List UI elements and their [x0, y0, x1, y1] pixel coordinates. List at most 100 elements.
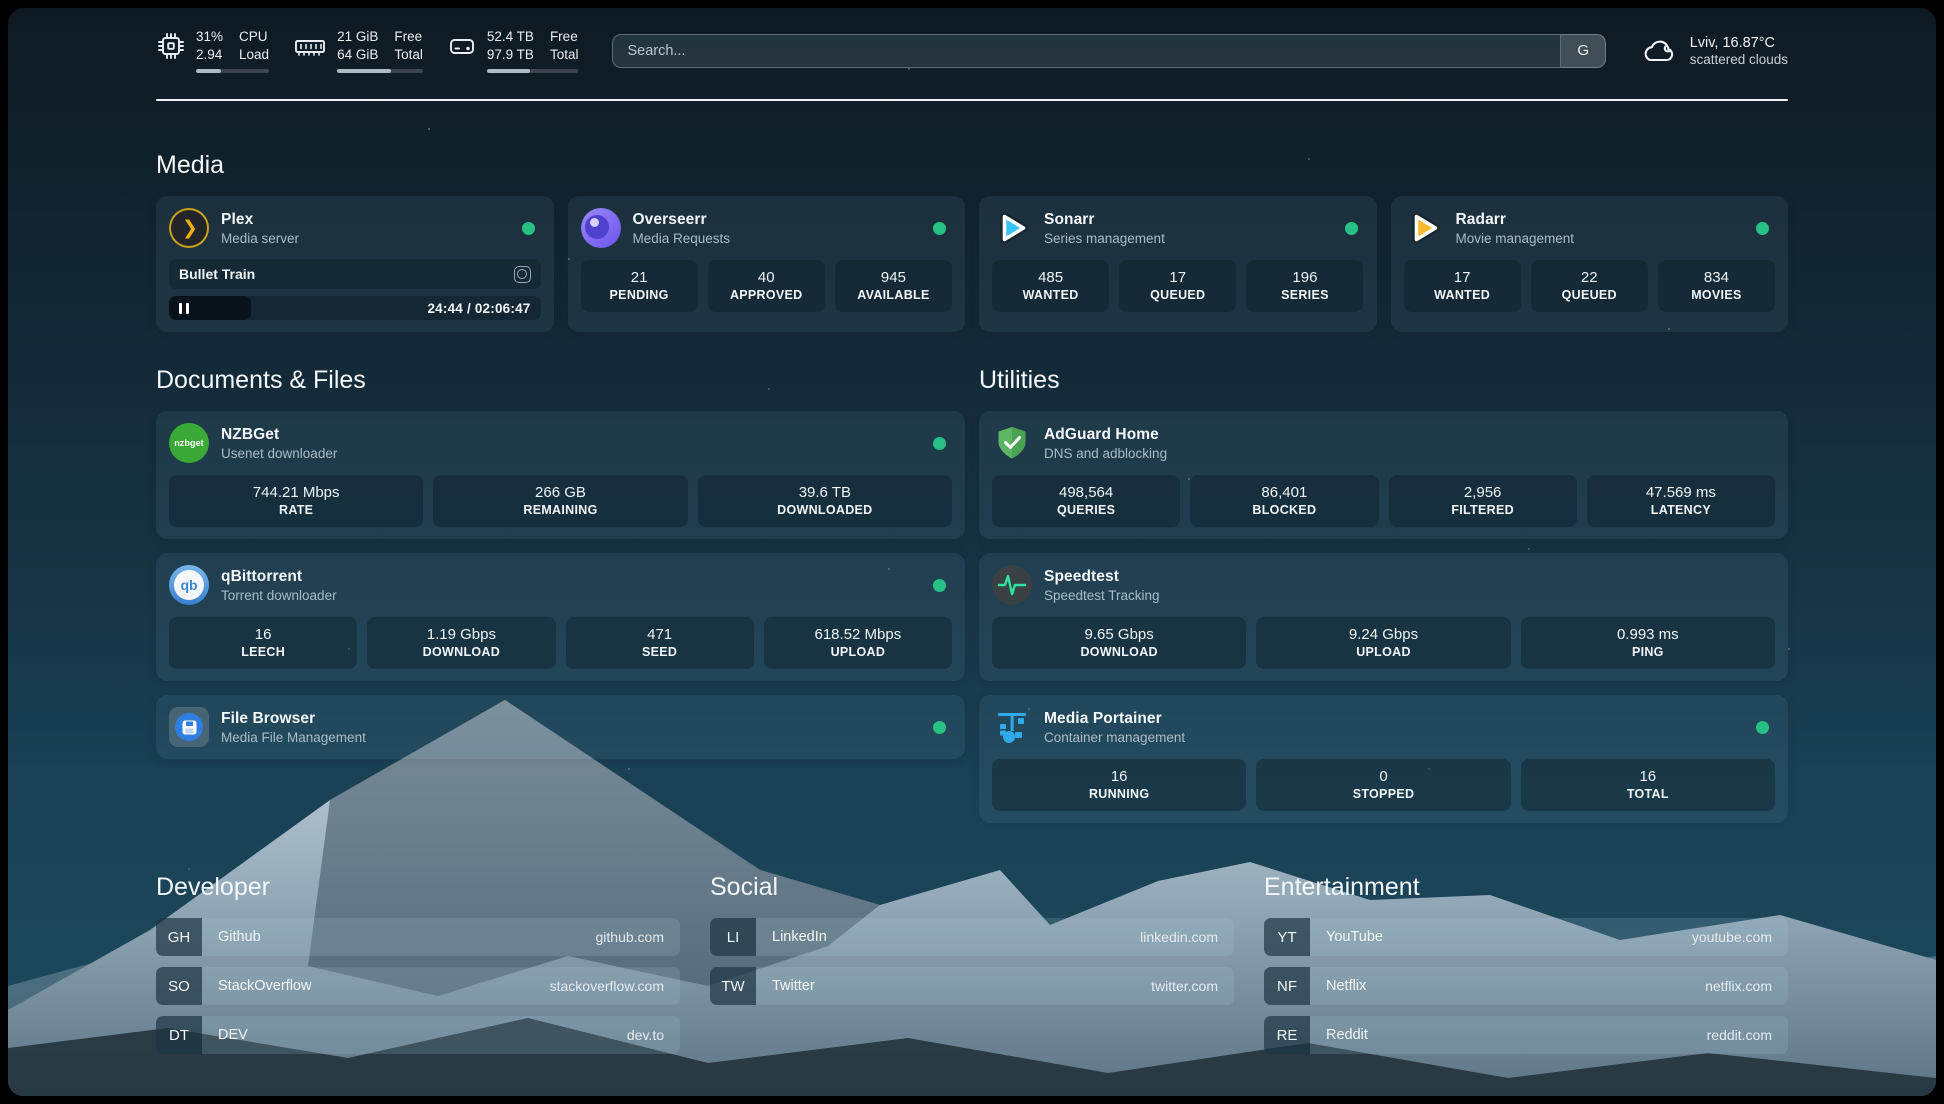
stat-value: 834	[1664, 269, 1769, 286]
stat-label: STOPPED	[1262, 787, 1504, 801]
stat-value: 17	[1125, 269, 1230, 286]
bookmark-group-social: Social LI LinkedIn linkedin.com TW Twitt…	[710, 837, 1234, 1065]
adguard-card[interactable]: AdGuard Home DNS and adblocking 498,564Q…	[979, 411, 1788, 539]
stat-label: UPLOAD	[770, 645, 946, 659]
stat-value: 39.6 TB	[704, 484, 946, 501]
stat-value: 9.65 Gbps	[998, 626, 1240, 643]
bookmark-netflix[interactable]: NF Netflix netflix.com	[1264, 967, 1788, 1005]
media-card-grid: ❯ Plex Media server Bullet Train 24:44 /…	[156, 196, 1788, 332]
stat-label: RATE	[175, 503, 417, 517]
now-playing-row: Bullet Train	[169, 259, 541, 289]
stat-label: BLOCKED	[1196, 503, 1372, 517]
stat-label: WANTED	[1410, 288, 1515, 302]
nzbget-card[interactable]: nzbget NZBGet Usenet downloader 744.21 M…	[156, 411, 965, 539]
weather-condition: scattered clouds	[1690, 52, 1788, 67]
stat-box: 22 QUEUED	[1531, 260, 1648, 312]
card-title: AdGuard Home	[1044, 426, 1167, 444]
bookmark-github[interactable]: GH Github github.com	[156, 918, 680, 956]
stat-box: 1.19 GbpsDOWNLOAD	[367, 617, 555, 669]
sonarr-icon	[992, 208, 1032, 248]
stat-label: PING	[1527, 645, 1769, 659]
bookmark-name: Github	[202, 918, 596, 956]
disk-widget: 52.4 TB 97.9 TB Free Total	[447, 28, 579, 73]
playback-time: 24:44 / 02:06:47	[427, 301, 530, 316]
stat-value: 2,956	[1395, 484, 1571, 501]
playback-progress-bar: 24:44 / 02:06:47	[169, 296, 541, 320]
stat-label: DOWNLOADED	[704, 503, 946, 517]
search-provider-button[interactable]: G	[1560, 34, 1606, 68]
bookmark-group-entertainment: Entertainment YT YouTube youtube.com NF …	[1264, 837, 1788, 1065]
speedtest-card[interactable]: Speedtest Speedtest Tracking 9.65 GbpsDO…	[979, 553, 1788, 681]
overseerr-card[interactable]: Overseerr Media Requests 21PENDING 40APP…	[568, 196, 966, 332]
stat-label: QUEUED	[1537, 288, 1642, 302]
qbittorrent-icon: qb	[169, 565, 209, 605]
bookmark-linkedin[interactable]: LI LinkedIn linkedin.com	[710, 918, 1234, 956]
filebrowser-icon	[169, 707, 209, 747]
pause-button[interactable]	[179, 303, 189, 314]
bookmark-abbr: GH	[156, 918, 202, 956]
bookmark-url: stackoverflow.com	[550, 967, 680, 1005]
card-title: Overseerr	[633, 211, 731, 229]
disk-total-label: Total	[550, 46, 579, 64]
search-input[interactable]	[612, 34, 1605, 68]
stat-box: 16LEECH	[169, 617, 357, 669]
utilities-column: Utilities AdGuard Home DNS and adblockin…	[979, 332, 1788, 837]
overseerr-icon	[581, 208, 621, 248]
bookmark-name: DEV	[202, 1016, 627, 1054]
card-subtitle: Series management	[1044, 231, 1165, 246]
stat-value: 16	[1527, 768, 1769, 785]
bookmark-url: netflix.com	[1705, 967, 1788, 1005]
stat-box: 16RUNNING	[992, 759, 1246, 811]
section-heading-developer: Developer	[156, 873, 680, 902]
stat-box: 39.6 TB DOWNLOADED	[698, 475, 952, 527]
plex-card[interactable]: ❯ Plex Media server Bullet Train 24:44 /…	[156, 196, 554, 332]
stat-label: QUEUED	[1125, 288, 1230, 302]
stat-box: 17WANTED	[1404, 260, 1521, 312]
bookmark-name: Twitter	[756, 967, 1151, 1005]
stat-row: 16RUNNING 0STOPPED 16TOTAL	[992, 759, 1775, 811]
stat-box: 498,564QUERIES	[992, 475, 1180, 527]
stat-row: 485WANTED 17QUEUED 196SERIES	[992, 260, 1364, 312]
sonarr-card[interactable]: Sonarr Series management 485WANTED 17QUE…	[979, 196, 1377, 332]
card-subtitle: Torrent downloader	[221, 588, 337, 603]
card-subtitle: Container management	[1044, 730, 1185, 745]
card-subtitle: Media File Management	[221, 730, 366, 745]
dashboard-window: 31% 2.94 CPU Load	[8, 8, 1936, 1096]
bookmark-dev[interactable]: DT DEV dev.to	[156, 1016, 680, 1054]
stat-box: 618.52 Mbps UPLOAD	[764, 617, 952, 669]
bookmark-url: linkedin.com	[1140, 918, 1234, 956]
stat-row: 498,564QUERIES 86,401BLOCKED 2,956FILTER…	[992, 475, 1775, 527]
stat-value: 22	[1537, 269, 1642, 286]
stat-box: 9.24 GbpsUPLOAD	[1256, 617, 1510, 669]
bookmark-abbr: SO	[156, 967, 202, 1005]
radarr-card[interactable]: Radarr Movie management 17WANTED 22QUEUE…	[1391, 196, 1789, 332]
stat-box: 471SEED	[566, 617, 754, 669]
bookmark-twitter[interactable]: TW Twitter twitter.com	[710, 967, 1234, 1005]
bookmark-reddit[interactable]: RE Reddit reddit.com	[1264, 1016, 1788, 1054]
stat-value: 86,401	[1196, 484, 1372, 501]
disk-progress-fill	[487, 69, 530, 73]
card-subtitle: Movie management	[1456, 231, 1575, 246]
bookmark-youtube[interactable]: YT YouTube youtube.com	[1264, 918, 1788, 956]
stat-box: 196SERIES	[1246, 260, 1363, 312]
stat-label: REMAINING	[439, 503, 681, 517]
filebrowser-card[interactable]: File Browser Media File Management	[156, 695, 965, 759]
status-dot	[1756, 222, 1769, 235]
bookmark-url: reddit.com	[1707, 1016, 1788, 1054]
video-icon	[514, 266, 531, 283]
nzbget-icon: nzbget	[169, 423, 209, 463]
qbittorrent-card[interactable]: qb qBittorrent Torrent downloader 16LEEC…	[156, 553, 965, 681]
bookmark-url: dev.to	[627, 1016, 680, 1054]
portainer-card[interactable]: Media Portainer Container management 16R…	[979, 695, 1788, 823]
stat-label: RUNNING	[998, 787, 1240, 801]
cpu-percent: 31%	[196, 28, 223, 46]
stat-row: 17WANTED 22QUEUED 834MOVIES	[1404, 260, 1776, 312]
bookmark-url: github.com	[596, 918, 680, 956]
bookmark-stackoverflow[interactable]: SO StackOverflow stackoverflow.com	[156, 967, 680, 1005]
stat-value: 0.993 ms	[1527, 626, 1769, 643]
stat-label: LATENCY	[1593, 503, 1769, 517]
stat-value: 618.52 Mbps	[770, 626, 946, 643]
status-dot	[522, 222, 535, 235]
bookmark-url: twitter.com	[1151, 967, 1234, 1005]
bookmark-group-developer: Developer GH Github github.com SO StackO…	[156, 837, 680, 1065]
